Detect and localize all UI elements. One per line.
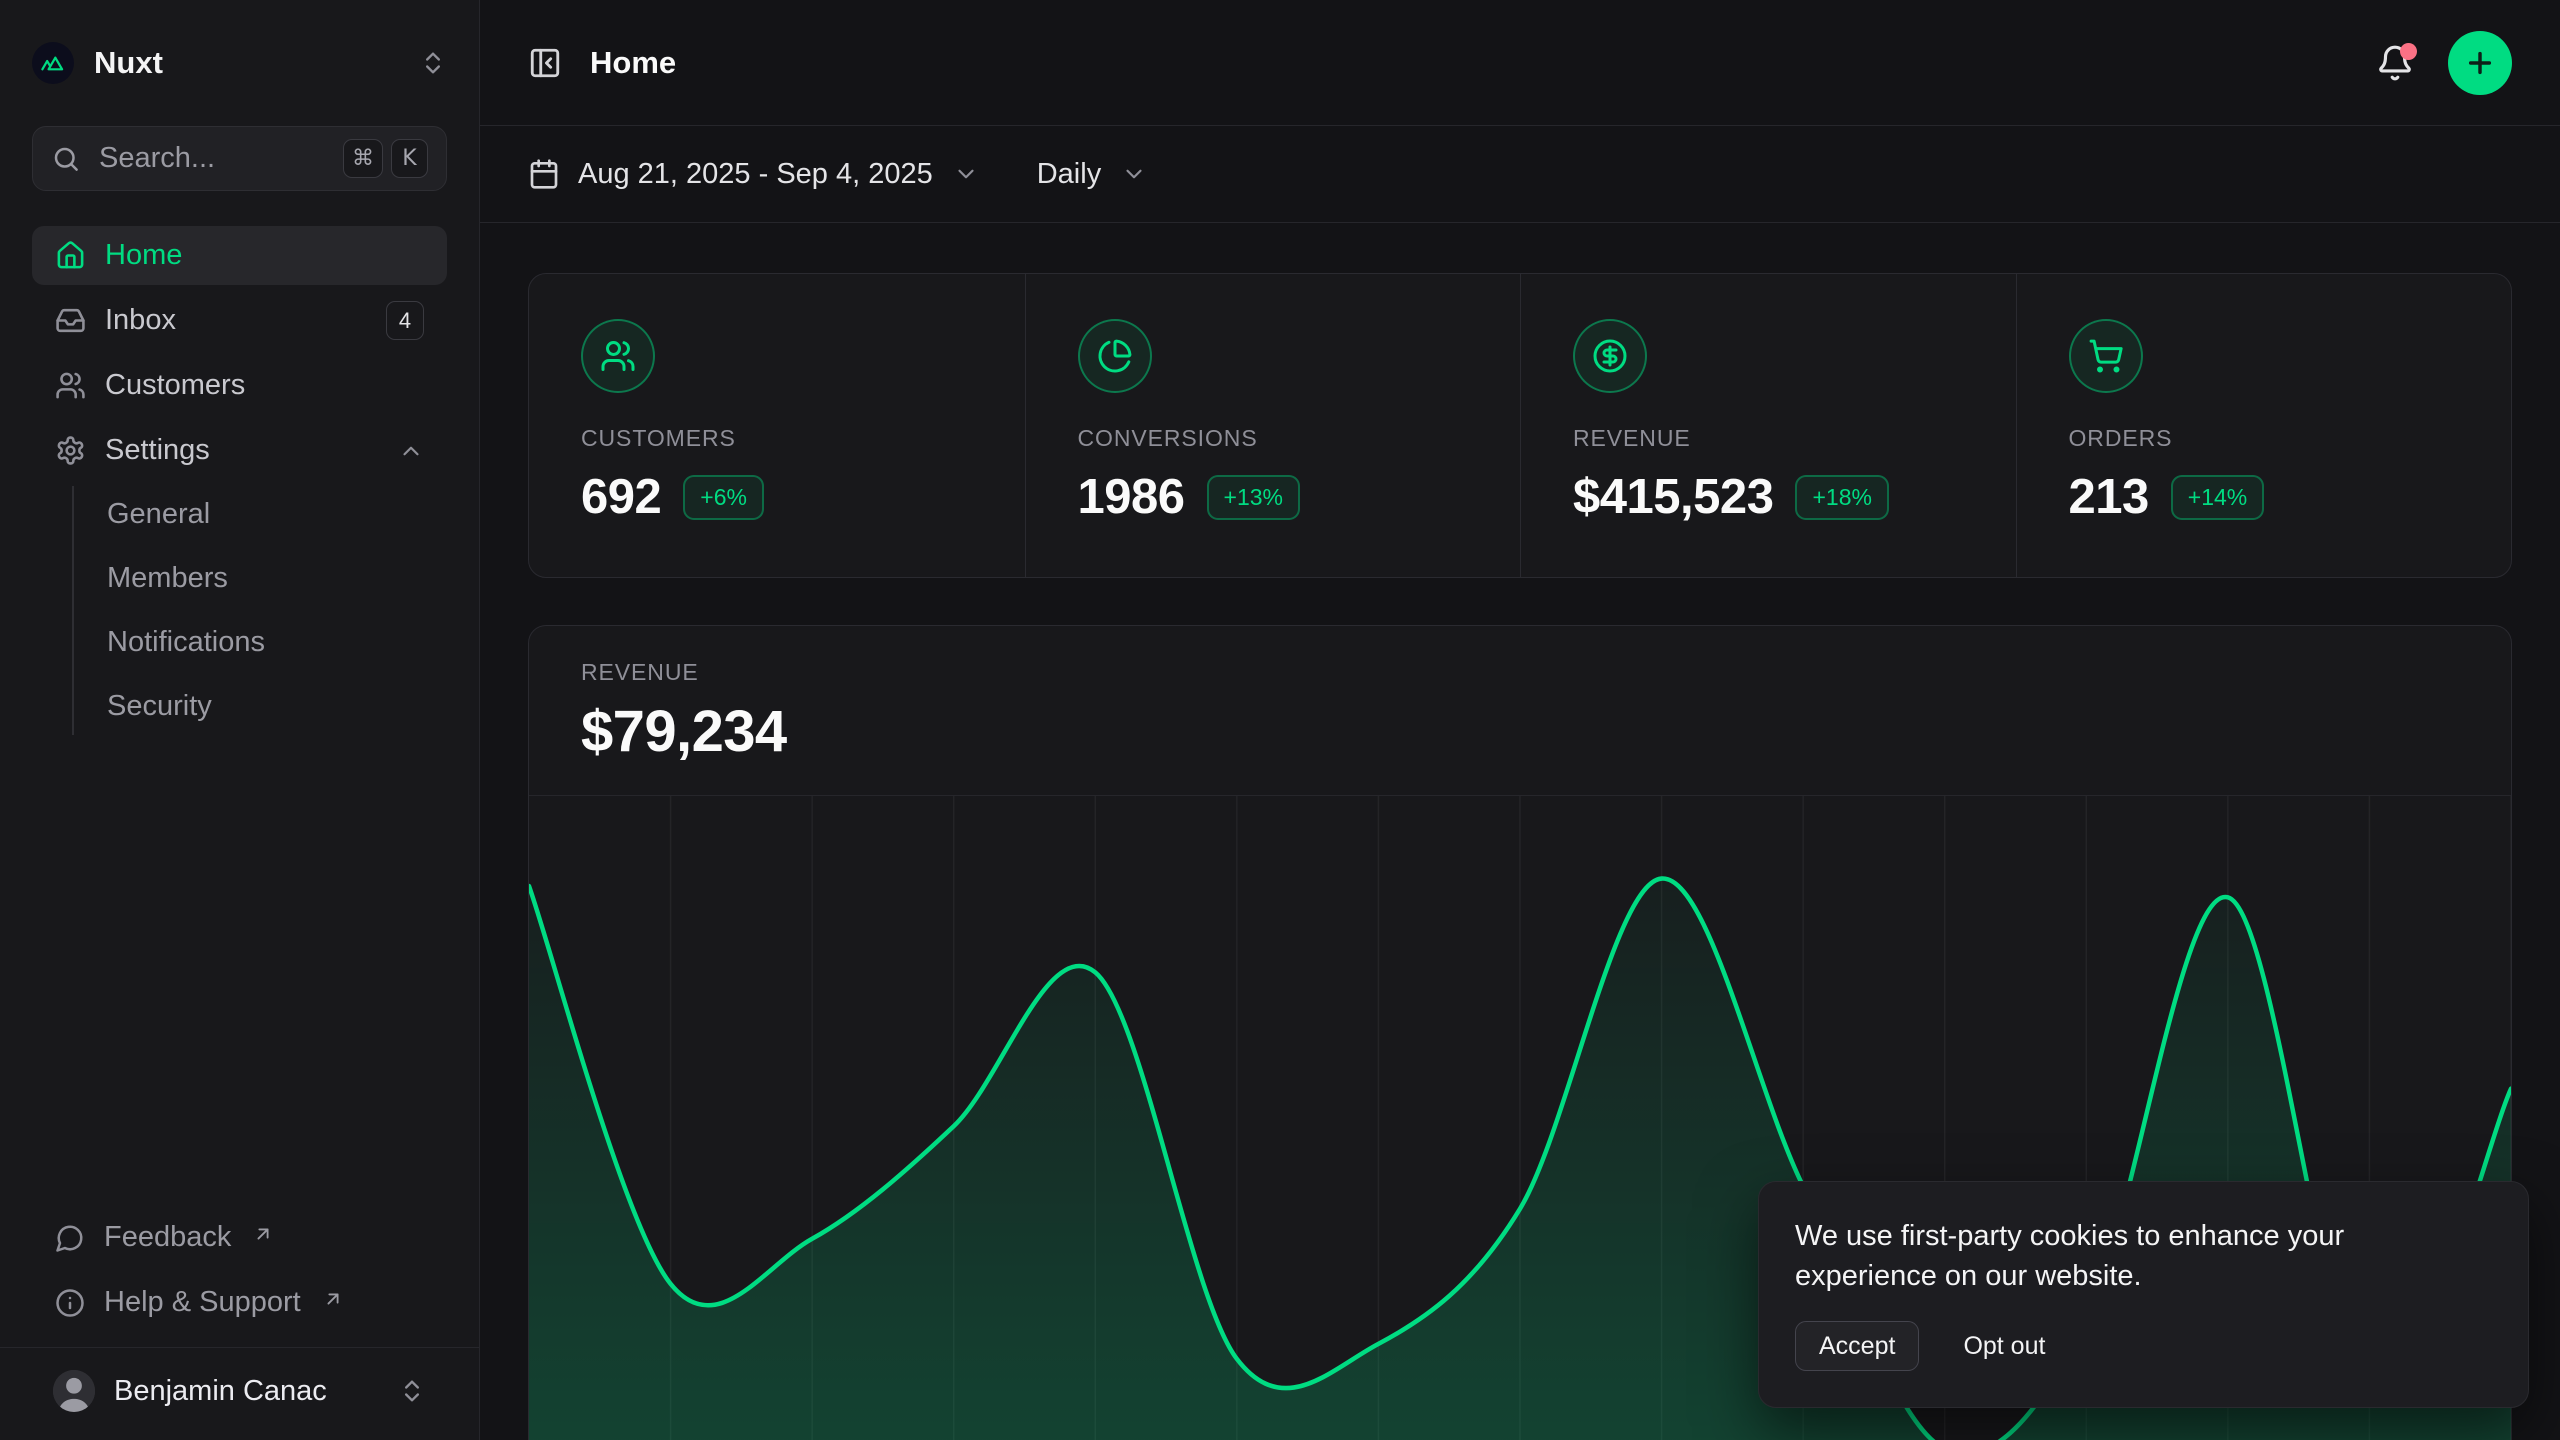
add-button[interactable] [2448,31,2512,95]
help-support-label: Help & Support [104,1286,301,1319]
granularity-select[interactable]: Daily [1037,158,1147,191]
date-range-value: Aug 21, 2025 - Sep 4, 2025 [578,158,933,191]
search-placeholder: Search... [99,142,215,175]
stat-card-revenue[interactable]: REVENUE $415,523 +18% [1520,274,2016,577]
sidebar-item-label: Home [105,239,182,272]
external-link-icon [252,1223,274,1245]
sidebar-item-notifications[interactable]: Notifications [74,614,447,671]
stat-value: 213 [2069,469,2149,525]
avatar [53,1370,95,1412]
shopping-cart-icon [2069,319,2143,393]
sidebar-item-inbox[interactable]: Inbox 4 [32,291,447,350]
search-icon [51,144,81,174]
chevrons-up-down-icon [398,1377,426,1405]
revenue-panel-label: REVENUE [581,659,2459,686]
users-icon [55,370,86,401]
workspace-switcher[interactable]: Nuxt [32,0,447,126]
nuxt-logo-icon [32,42,74,84]
sidebar-nav: Home Inbox 4 Customers Settings [32,226,447,735]
stat-value: 692 [581,469,661,525]
chevron-down-icon [1121,161,1147,187]
stat-label: ORDERS [2069,425,2460,452]
chevron-up-icon [398,438,424,464]
feedback-link[interactable]: Feedback [32,1209,447,1266]
sidebar-item-general[interactable]: General [74,486,447,543]
sidebar-item-label: Customers [105,369,245,402]
revenue-total: $79,234 [581,698,2459,765]
user-name: Benjamin Canac [114,1375,327,1408]
message-bubble-icon [55,1223,85,1253]
dollar-circle-icon [1573,319,1647,393]
inbox-count-badge: 4 [386,301,424,340]
cookie-accept-button[interactable]: Accept [1795,1321,1919,1371]
sidebar-item-members[interactable]: Members [74,550,447,607]
info-circle-icon [55,1288,85,1318]
cookie-message: We use first-party cookies to enhance yo… [1795,1216,2492,1297]
home-icon [55,240,86,271]
stat-value: 1986 [1078,469,1185,525]
kbd-k: K [391,139,428,178]
stat-value: $415,523 [1573,469,1773,525]
feedback-label: Feedback [104,1221,231,1254]
search-input[interactable]: Search... ⌘ K [32,126,447,191]
help-support-link[interactable]: Help & Support [32,1274,447,1331]
stat-card-conversions[interactable]: CONVERSIONS 1986 +13% [1025,274,1521,577]
stat-delta-badge: +6% [683,475,764,520]
notification-dot [2400,43,2417,60]
sidebar-footer: Feedback Help & Support [32,1209,447,1347]
calendar-icon [528,158,560,190]
pie-chart-icon [1078,319,1152,393]
sidebar-item-label: Settings [105,434,210,467]
page-header: Home [480,0,2560,126]
stat-delta-badge: +14% [2171,475,2264,520]
sidebar-collapse-button[interactable] [528,46,562,80]
stat-delta-badge: +18% [1795,475,1888,520]
inbox-icon [55,305,86,336]
sidebar-item-security[interactable]: Security [74,678,447,735]
cookie-banner: We use first-party cookies to enhance yo… [1758,1181,2529,1408]
user-menu[interactable]: Benjamin Canac [32,1360,447,1422]
gear-icon [55,435,86,466]
users-icon [581,319,655,393]
notifications-button[interactable] [2376,44,2414,82]
stat-card-orders[interactable]: ORDERS 213 +14% [2016,274,2512,577]
stats-row: CUSTOMERS 692 +6% CONVERSIONS 1986 +13% [528,273,2512,578]
sidebar: Nuxt Search... ⌘ K Home [0,0,480,1440]
chevrons-up-down-icon [419,49,447,77]
cookie-optout-button[interactable]: Opt out [1963,1332,2045,1361]
sidebar-item-customers[interactable]: Customers [32,356,447,415]
kbd-cmd: ⌘ [343,139,383,178]
page-title: Home [590,45,676,81]
date-range-picker[interactable]: Aug 21, 2025 - Sep 4, 2025 [528,158,979,191]
external-link-icon [322,1288,344,1310]
sidebar-item-label: Inbox [105,304,176,337]
workspace-name: Nuxt [94,45,163,81]
stat-card-customers[interactable]: CUSTOMERS 692 +6% [529,274,1025,577]
chevron-down-icon [953,161,979,187]
stat-label: CUSTOMERS [581,425,973,452]
filters-toolbar: Aug 21, 2025 - Sep 4, 2025 Daily [480,126,2560,223]
stat-delta-badge: +13% [1207,475,1300,520]
sidebar-item-home[interactable]: Home [32,226,447,285]
granularity-value: Daily [1037,158,1101,191]
stat-label: REVENUE [1573,425,1964,452]
settings-subnav: General Members Notifications Security [72,486,447,735]
sidebar-item-settings[interactable]: Settings [32,421,447,480]
stat-label: CONVERSIONS [1078,425,1469,452]
